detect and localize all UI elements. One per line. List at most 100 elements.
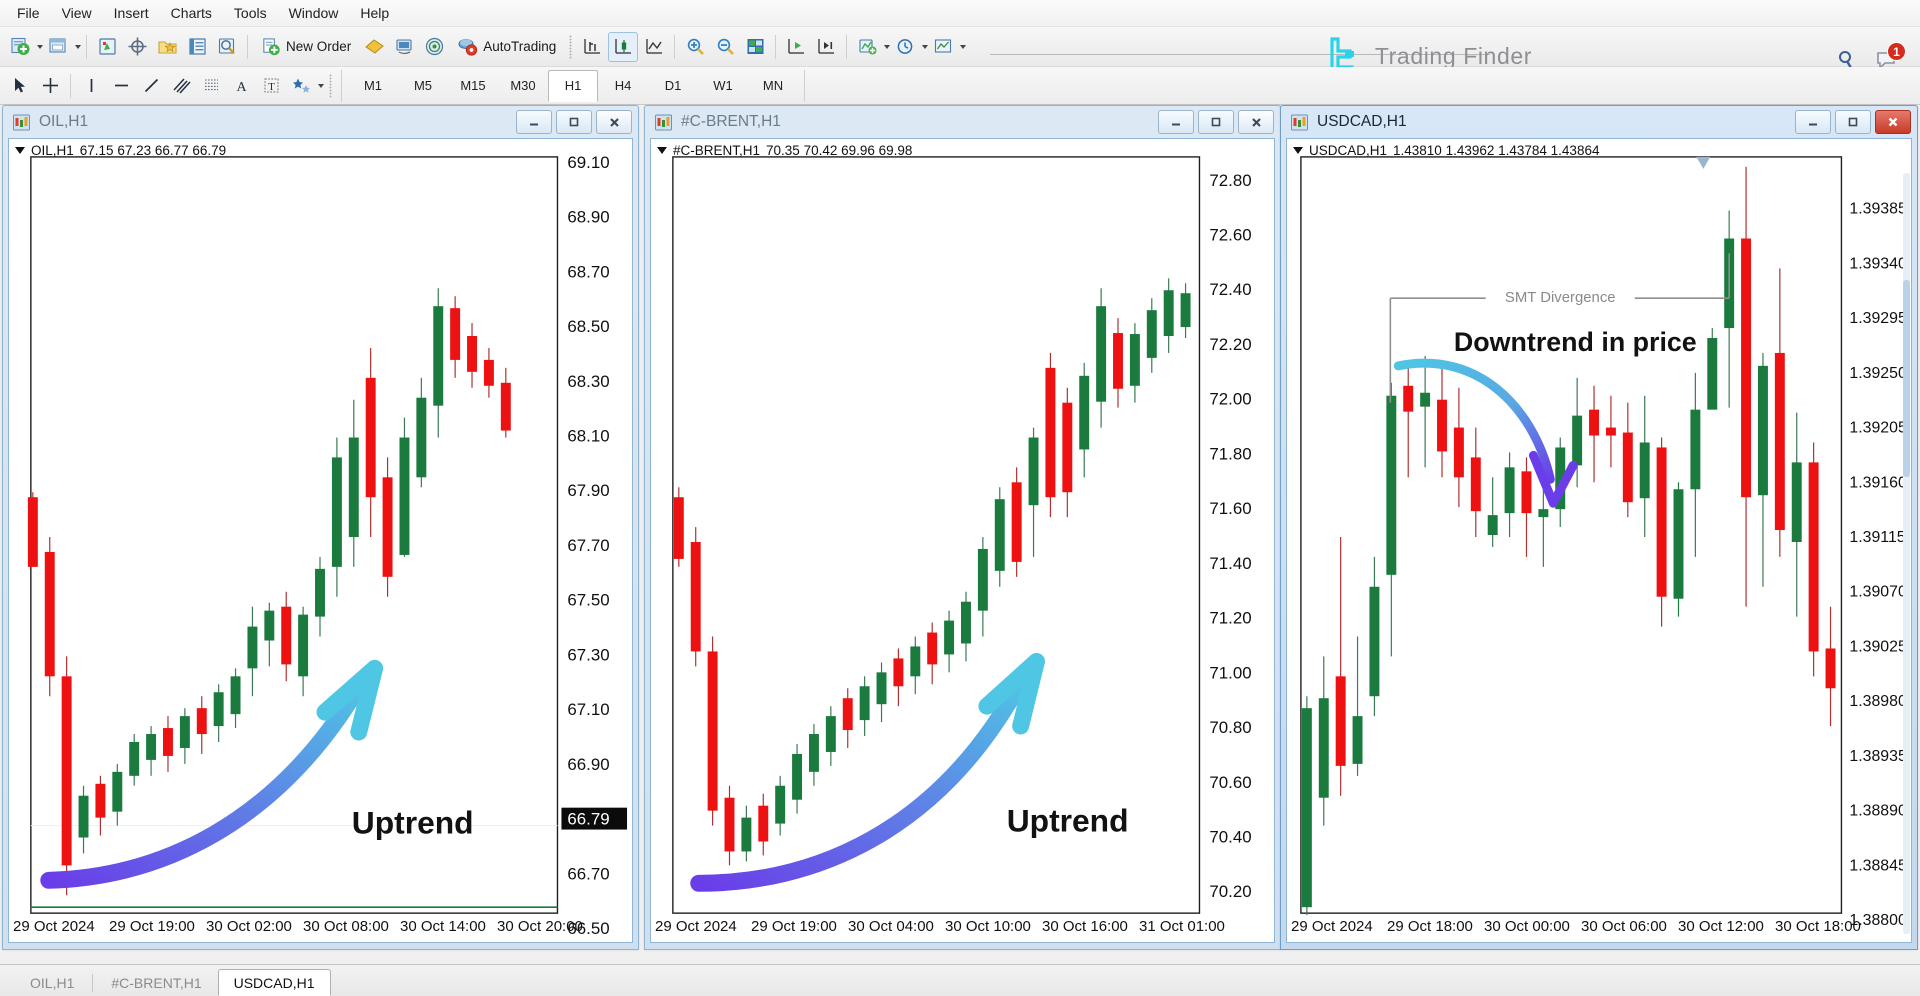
chart-window-icon bbox=[12, 113, 31, 132]
profiles-dropdown-caret[interactable] bbox=[75, 45, 81, 49]
svg-text:1.39115: 1.39115 bbox=[1849, 529, 1905, 546]
svg-text:69.10: 69.10 bbox=[567, 153, 609, 172]
chart-title-oil: OIL,H1 bbox=[39, 113, 88, 131]
strategy-tester-icon[interactable] bbox=[213, 33, 241, 61]
timeframe-h4[interactable]: H4 bbox=[598, 70, 648, 102]
minimize-button-usdcad[interactable] bbox=[1795, 110, 1831, 134]
vertical-line-icon[interactable] bbox=[77, 72, 105, 100]
auto-scroll-icon[interactable] bbox=[812, 33, 840, 61]
fibonacci-retracement-icon[interactable] bbox=[197, 72, 225, 100]
tile-windows-icon[interactable] bbox=[741, 33, 769, 61]
zoom-in-icon[interactable] bbox=[681, 33, 709, 61]
timeframe-w1[interactable]: W1 bbox=[698, 70, 748, 102]
svg-text:72.60: 72.60 bbox=[1209, 225, 1251, 244]
price-axis-usdcad: 1.39385 1.39340 1.39295 1.39250 1.39205 … bbox=[1849, 201, 1907, 929]
brand-name: Trading Finder bbox=[1375, 43, 1532, 70]
svg-text:71.40: 71.40 bbox=[1209, 554, 1251, 573]
equidistant-channel-icon[interactable] bbox=[167, 72, 195, 100]
text-icon[interactable]: A bbox=[227, 72, 255, 100]
close-button-usdcad[interactable] bbox=[1875, 110, 1911, 134]
period-icon[interactable] bbox=[891, 33, 919, 61]
indicators-dropdown-caret[interactable] bbox=[884, 45, 890, 49]
timeframe-m5[interactable]: M5 bbox=[398, 70, 448, 102]
new-chart-dropdown-caret[interactable] bbox=[37, 45, 43, 49]
timeframe-mn[interactable]: MN bbox=[748, 70, 798, 102]
menu-item-view[interactable]: View bbox=[51, 2, 103, 24]
shapes-icon[interactable] bbox=[287, 72, 315, 100]
menu-item-charts[interactable]: Charts bbox=[160, 2, 223, 24]
profiles-icon[interactable] bbox=[44, 33, 72, 61]
bar-chart-icon[interactable] bbox=[578, 33, 606, 61]
chart-menu-triangle-icon[interactable] bbox=[1293, 147, 1303, 154]
minimize-button-oil[interactable] bbox=[516, 110, 552, 134]
menu-item-file[interactable]: File bbox=[6, 2, 51, 24]
chart-titlebar-oil[interactable]: OIL,H1 bbox=[3, 106, 638, 138]
time-axis-brent: 29 Oct 2024 29 Oct 19:00 30 Oct 04:00 30… bbox=[651, 918, 1274, 940]
chart-vertical-scrollbar[interactable] bbox=[1903, 173, 1910, 934]
menu-item-tools[interactable]: Tools bbox=[223, 2, 278, 24]
svg-text:1.38935: 1.38935 bbox=[1849, 748, 1907, 765]
tab-brent[interactable]: #C-BRENT,H1 bbox=[95, 969, 217, 996]
chart-canvas-usdcad[interactable]: USDCAD,H1 1.43810 1.43962 1.43784 1.4386… bbox=[1286, 138, 1912, 943]
metaeditor-icon[interactable] bbox=[360, 33, 388, 61]
data-window-icon[interactable] bbox=[123, 33, 151, 61]
templates-icon[interactable] bbox=[929, 33, 957, 61]
indicators-icon[interactable] bbox=[853, 33, 881, 61]
cursor-icon[interactable] bbox=[6, 72, 34, 100]
candlestick-chart-icon[interactable] bbox=[608, 32, 638, 62]
maximize-button-usdcad[interactable] bbox=[1835, 110, 1871, 134]
signals-icon[interactable] bbox=[420, 33, 448, 61]
time-tick: 30 Oct 02:00 bbox=[206, 918, 292, 935]
chart-shift-icon[interactable] bbox=[782, 33, 810, 61]
annotation-label-usdcad: Downtrend in price bbox=[1454, 327, 1697, 357]
new-order-label: New Order bbox=[286, 39, 351, 54]
maximize-button-brent[interactable] bbox=[1198, 110, 1234, 134]
chart-menu-triangle-icon[interactable] bbox=[657, 147, 667, 154]
expert-advisors-icon[interactable] bbox=[390, 33, 418, 61]
templates-dropdown-caret[interactable] bbox=[960, 45, 966, 49]
chart-menu-triangle-icon[interactable] bbox=[15, 147, 25, 154]
tab-usdcad[interactable]: USDCAD,H1 bbox=[218, 969, 331, 996]
new-order-button[interactable]: New Order bbox=[254, 33, 358, 61]
minimize-button-brent[interactable] bbox=[1158, 110, 1194, 134]
autotrading-button[interactable]: AutoTrading bbox=[450, 33, 563, 61]
chart-window-usdcad[interactable]: USDCAD,H1 bbox=[1280, 105, 1918, 950]
close-button-oil[interactable] bbox=[596, 110, 632, 134]
tab-oil[interactable]: OIL,H1 bbox=[14, 969, 90, 996]
text-label-icon[interactable]: T bbox=[257, 72, 285, 100]
maximize-button-oil[interactable] bbox=[556, 110, 592, 134]
menu-item-insert[interactable]: Insert bbox=[103, 2, 160, 24]
chart-window-brent[interactable]: #C-BRENT,H1 bbox=[644, 105, 1281, 950]
close-button-brent[interactable] bbox=[1238, 110, 1274, 134]
menu-item-window[interactable]: Window bbox=[278, 2, 350, 24]
svg-text:1.38980: 1.38980 bbox=[1849, 693, 1907, 710]
market-watch-icon[interactable] bbox=[93, 33, 121, 61]
new-chart-icon[interactable] bbox=[6, 33, 34, 61]
timeframe-m15[interactable]: M15 bbox=[448, 70, 498, 102]
timeframe-m1[interactable]: M1 bbox=[348, 70, 398, 102]
chart-titlebar-usdcad[interactable]: USDCAD,H1 bbox=[1281, 106, 1917, 138]
svg-text:70.80: 70.80 bbox=[1209, 718, 1251, 737]
chart-canvas-oil[interactable]: OIL,H1 67.15 67.23 66.77 66.79 bbox=[8, 138, 633, 943]
terminal-icon[interactable] bbox=[183, 33, 211, 61]
timeframe-d1[interactable]: D1 bbox=[648, 70, 698, 102]
timeframe-h1[interactable]: H1 bbox=[548, 70, 598, 102]
horizontal-line-icon[interactable] bbox=[107, 72, 135, 100]
zoom-out-icon[interactable] bbox=[711, 33, 739, 61]
time-tick: 29 Oct 2024 bbox=[655, 918, 737, 935]
linebar-separator-1 bbox=[70, 74, 71, 98]
candles-brent bbox=[674, 278, 1191, 865]
svg-text:67.50: 67.50 bbox=[567, 591, 609, 610]
trendline-icon[interactable] bbox=[137, 72, 165, 100]
shapes-dropdown-caret[interactable] bbox=[318, 84, 324, 88]
crosshair-icon[interactable] bbox=[36, 72, 64, 100]
chart-canvas-brent[interactable]: #C-BRENT,H1 70.35 70.42 69.96 69.98 bbox=[650, 138, 1275, 943]
chart-plot-oil: Uptrend 69.10 68.90 68.70 68.50 68.30 68… bbox=[9, 139, 632, 942]
period-dropdown-caret[interactable] bbox=[922, 45, 928, 49]
line-chart-icon[interactable] bbox=[640, 33, 668, 61]
menu-item-help[interactable]: Help bbox=[349, 2, 400, 24]
chart-titlebar-brent[interactable]: #C-BRENT,H1 bbox=[645, 106, 1280, 138]
navigator-icon[interactable] bbox=[153, 33, 181, 61]
chart-window-oil[interactable]: OIL,H1 bbox=[2, 105, 639, 950]
timeframe-m30[interactable]: M30 bbox=[498, 70, 548, 102]
